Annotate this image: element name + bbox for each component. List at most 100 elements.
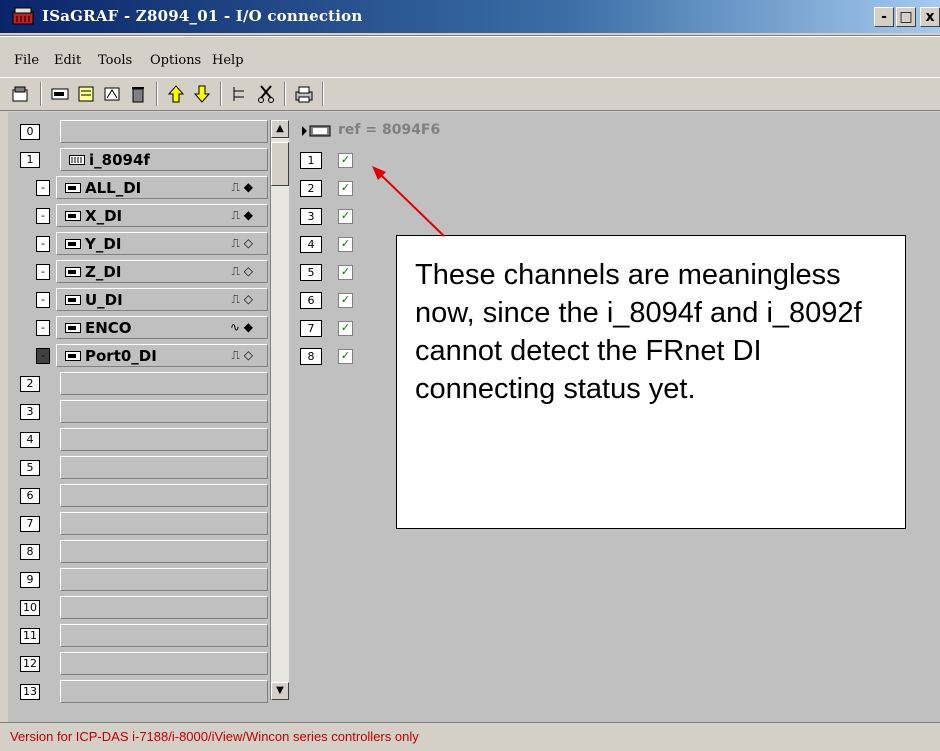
print-icon[interactable] xyxy=(294,84,314,104)
maximize-button[interactable]: □ xyxy=(896,7,916,27)
channel-check[interactable]: ✓ xyxy=(338,153,353,168)
toolbar-separator xyxy=(284,82,286,106)
io-board-icon xyxy=(65,211,81,221)
channel-number[interactable]: 2 xyxy=(300,180,322,197)
minimize-button[interactable]: - xyxy=(874,7,894,27)
move-up-icon[interactable] xyxy=(166,84,186,104)
isagraf-app-icon[interactable] xyxy=(12,7,34,25)
properties-icon[interactable] xyxy=(76,84,96,104)
slot-number[interactable]: 10 xyxy=(20,600,40,616)
channel-number[interactable]: 1 xyxy=(300,152,322,169)
channel-number[interactable]: 6 xyxy=(300,292,322,309)
board-label: Port0_DI xyxy=(85,347,157,365)
close-button[interactable]: x xyxy=(920,7,940,27)
board-type-icon: ∿ ◆ xyxy=(229,320,253,334)
channel-check[interactable]: ✓ xyxy=(338,321,353,336)
board-mark[interactable]: - xyxy=(36,320,50,336)
scroll-up-button[interactable]: ▲ xyxy=(271,120,289,138)
board-row-y-di[interactable]: Y_DI ⎍ ◇ xyxy=(56,232,268,255)
channel-number[interactable]: 7 xyxy=(300,320,322,337)
channel-number[interactable]: 3 xyxy=(300,208,322,225)
channel-number[interactable]: 4 xyxy=(300,236,322,253)
slot-number[interactable]: 13 xyxy=(20,684,40,700)
slot-row[interactable] xyxy=(60,372,268,395)
slot-number[interactable]: 1 xyxy=(20,152,40,168)
slot-number[interactable]: 9 xyxy=(20,572,40,588)
divider xyxy=(0,35,940,37)
channel-check[interactable]: ✓ xyxy=(338,293,353,308)
board-row-enco[interactable]: ENCO ∿ ◆ xyxy=(56,316,268,339)
channel-check[interactable]: ✓ xyxy=(338,265,353,280)
board-name: i_8094f xyxy=(89,151,150,169)
slot-number[interactable]: 6 xyxy=(20,488,40,504)
board-row-z-di[interactable]: Z_DI ⎍ ◇ xyxy=(56,260,268,283)
board-mark[interactable]: - xyxy=(36,180,50,196)
slot-number[interactable]: 5 xyxy=(20,460,40,476)
delete-icon[interactable] xyxy=(128,84,148,104)
slot-row[interactable] xyxy=(60,120,268,143)
slot-number[interactable]: 2 xyxy=(20,376,40,392)
channel-number[interactable]: 8 xyxy=(300,348,322,365)
slot-number[interactable]: 4 xyxy=(20,432,40,448)
board-row-x-di[interactable]: X_DI ⎍ ◆ xyxy=(56,204,268,227)
scroll-down-button[interactable]: ▼ xyxy=(271,682,289,700)
slot-number[interactable]: 7 xyxy=(20,516,40,532)
channel-check[interactable]: ✓ xyxy=(338,181,353,196)
board-mark[interactable]: - xyxy=(36,264,50,280)
channel-check[interactable]: ✓ xyxy=(338,209,353,224)
board-type-icon: ⎍ ◇ xyxy=(231,236,253,250)
title-bar[interactable]: ISaGRAF - Z8094_01 - I/O connection - □ … xyxy=(0,0,940,33)
menu-edit[interactable]: Edit xyxy=(54,53,81,68)
board-icon xyxy=(69,155,85,165)
board-row-port0-di[interactable]: Port0_DI ⎍ ◇ xyxy=(56,344,268,367)
calibrate-icon[interactable] xyxy=(102,84,122,104)
board-type-icon: ⎍ ◆ xyxy=(231,180,253,194)
slot-number[interactable]: 8 xyxy=(20,544,40,560)
channel-check[interactable]: ✓ xyxy=(338,237,353,252)
board-label: Z_DI xyxy=(85,263,122,281)
board-mark[interactable]: - xyxy=(36,292,50,308)
board-icon[interactable] xyxy=(50,84,70,104)
slot-number[interactable]: 3 xyxy=(20,404,40,420)
slot-row-i-8094f[interactable]: i_8094f xyxy=(60,148,268,171)
tree-icon[interactable] xyxy=(230,84,250,104)
board-row-u-di[interactable]: U_DI ⎍ ◇ xyxy=(56,288,268,311)
slot-number[interactable]: 0 xyxy=(20,124,40,140)
slot-number[interactable]: 11 xyxy=(20,628,40,644)
cut-icon[interactable] xyxy=(256,84,276,104)
menu-tools[interactable]: Tools xyxy=(98,53,132,68)
board-type-icon: ⎍ ◇ xyxy=(231,348,253,362)
menu-options[interactable]: Options xyxy=(150,53,201,68)
board-type-icon: ⎍ ◆ xyxy=(231,208,253,222)
board-label: U_DI xyxy=(85,291,123,309)
slot-number[interactable]: 12 xyxy=(20,656,40,672)
open-board-icon[interactable] xyxy=(10,84,30,104)
slot-row[interactable] xyxy=(60,456,268,479)
board-label: Y_DI xyxy=(85,235,122,253)
slot-row[interactable] xyxy=(60,680,268,703)
slot-row[interactable] xyxy=(60,624,268,647)
window-title: ISaGRAF - Z8094_01 - I/O connection xyxy=(42,7,363,25)
board-row-all-di[interactable]: ALL_DI ⎍ ◆ xyxy=(56,176,268,199)
slot-row[interactable] xyxy=(60,568,268,591)
slot-row[interactable] xyxy=(60,400,268,423)
vertical-scrollbar[interactable]: ▲ ▼ xyxy=(270,120,289,700)
move-down-icon[interactable] xyxy=(192,84,212,104)
slot-row[interactable] xyxy=(60,484,268,507)
slot-row[interactable] xyxy=(60,540,268,563)
slot-row[interactable] xyxy=(60,652,268,675)
menu-help[interactable]: Help xyxy=(212,53,244,68)
board-mark[interactable]: - xyxy=(36,236,50,252)
board-label: ALL_DI xyxy=(85,179,142,197)
board-mark-selected[interactable]: - xyxy=(36,348,50,364)
channel-check[interactable]: ✓ xyxy=(338,349,353,364)
scroll-thumb[interactable] xyxy=(271,142,289,186)
slot-row[interactable] xyxy=(60,428,268,451)
channel-number[interactable]: 5 xyxy=(300,264,322,281)
toolbar-separator xyxy=(40,82,42,106)
io-board-icon xyxy=(65,239,81,249)
slot-row[interactable] xyxy=(60,512,268,535)
board-mark[interactable]: - xyxy=(36,208,50,224)
slot-row[interactable] xyxy=(60,596,268,619)
menu-file[interactable]: File xyxy=(14,53,39,68)
